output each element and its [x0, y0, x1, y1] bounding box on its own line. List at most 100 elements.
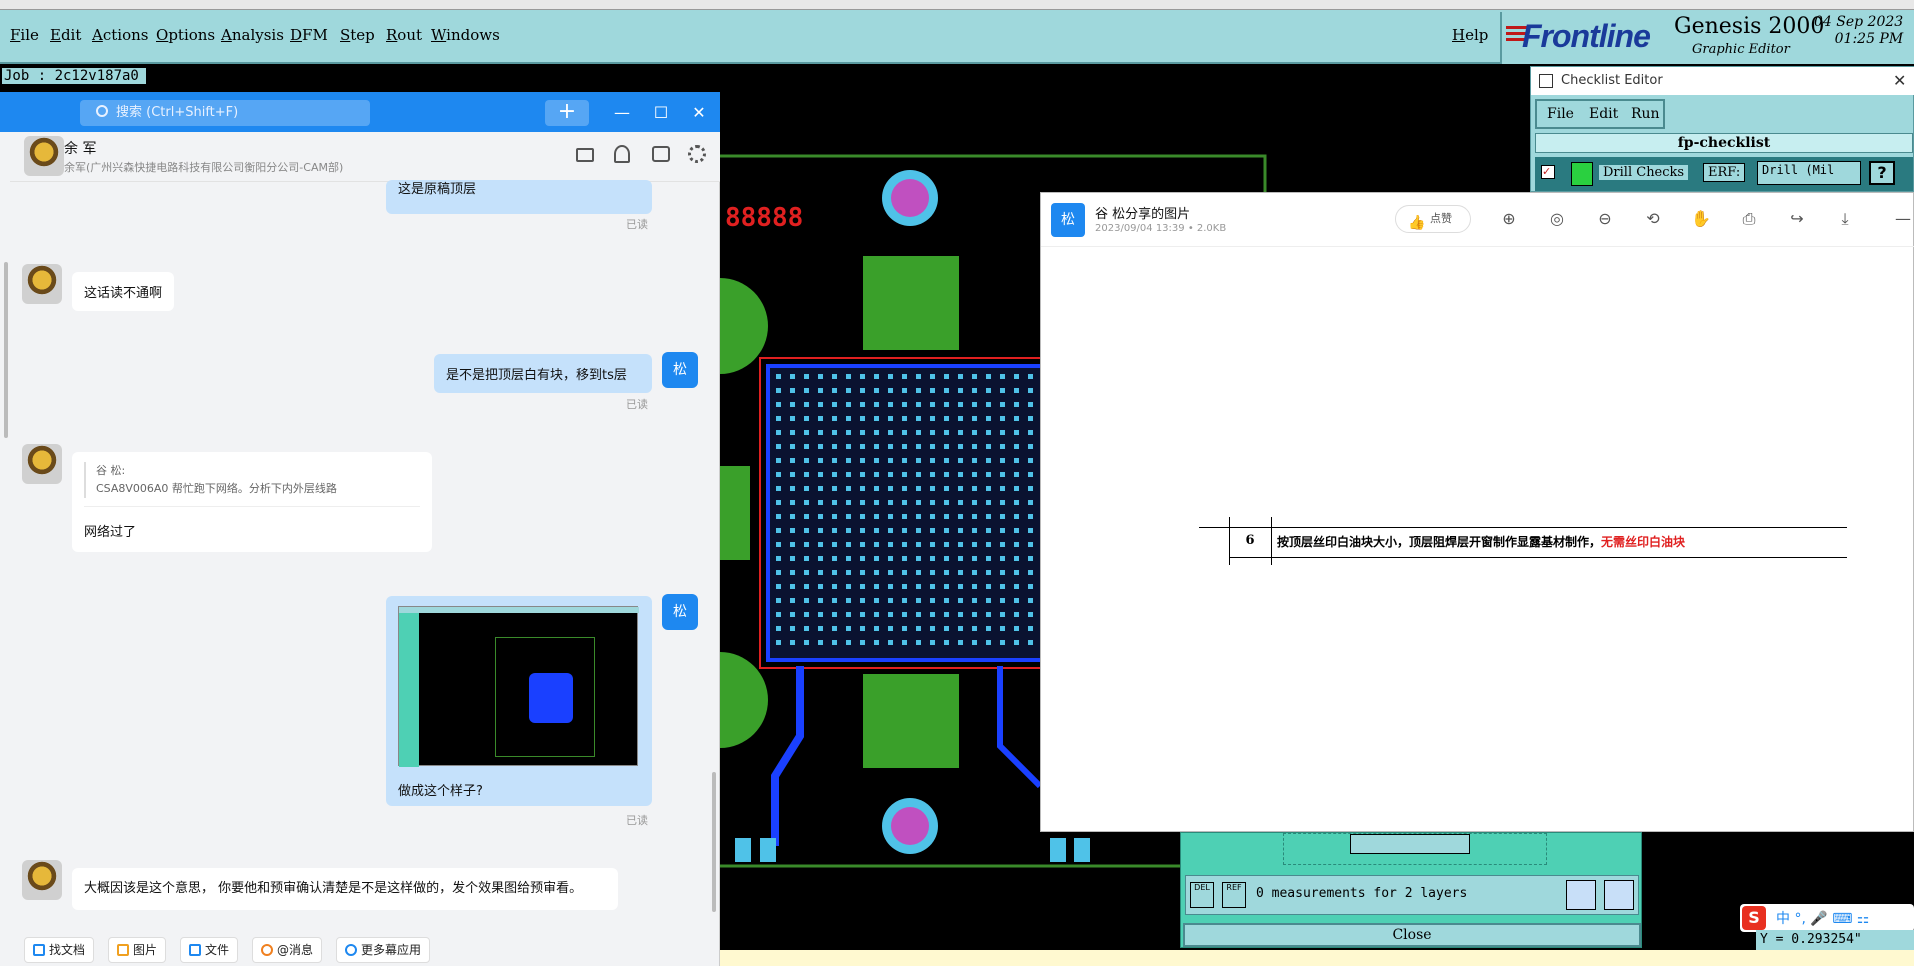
ime-toolbar[interactable]: S 中 °, 🎤 ⌨ ⚏ — [1740, 904, 1914, 932]
checklist-menu-run[interactable]: Run — [1631, 106, 1660, 122]
message-text: 做成这个样子? — [398, 784, 483, 799]
erf-field[interactable]: Drill (Mil — [1757, 161, 1861, 185]
thumbnail-image[interactable] — [398, 606, 639, 767]
bga-ball — [776, 374, 781, 379]
checklist-menu-file[interactable]: File — [1547, 106, 1574, 122]
share-icon[interactable]: ↪ — [1785, 207, 1809, 231]
left-scrollbar[interactable] — [4, 262, 8, 438]
me-avatar[interactable]: 松 — [662, 594, 698, 630]
chat-window: 搜索 (Ctrl+Shift+F) + — ☐ ✕ 余 军 余军(广州兴森快捷电… — [0, 92, 720, 966]
message-out-image[interactable]: 做成这个样子? — [386, 596, 652, 806]
bga-ball — [888, 528, 893, 533]
bga-ball — [790, 626, 795, 631]
bga-ball — [874, 514, 879, 519]
viewer-avatar: 松 — [1051, 203, 1085, 237]
bga-ball — [930, 640, 935, 645]
message-out[interactable]: 是不是把顶层白有块，移到ts层 — [434, 354, 652, 393]
erf-label: ERF: — [1703, 163, 1746, 182]
bga-ball — [972, 374, 977, 379]
chat-scrollbar[interactable] — [712, 772, 716, 912]
apps-icon — [345, 944, 357, 956]
gear-icon[interactable] — [688, 145, 706, 163]
minimize-icon[interactable]: — — [609, 100, 635, 126]
contact-name: 余 军 — [64, 141, 97, 157]
bga-ball — [986, 444, 991, 449]
menu-file[interactable]: File — [10, 26, 39, 44]
new-chat-button[interactable]: + — [545, 100, 589, 126]
menu-windows[interactable]: Windows — [431, 26, 500, 44]
message-in[interactable]: 这话读不通啊 — [72, 272, 175, 311]
me-avatar[interactable]: 松 — [662, 352, 698, 388]
menu-edit[interactable]: Edit — [50, 26, 81, 44]
bga-ball — [790, 402, 795, 407]
folder-icon[interactable] — [576, 148, 594, 162]
zoom-out-icon[interactable]: ⊖ — [1593, 207, 1617, 231]
bga-ball — [790, 528, 795, 533]
checklist-menu-edit[interactable]: Edit — [1589, 106, 1618, 122]
avatar[interactable] — [22, 860, 62, 900]
menu-dfm[interactable]: DFM — [290, 26, 328, 44]
bga-ball — [888, 472, 893, 477]
hand-icon[interactable]: ✋ — [1689, 207, 1713, 231]
avatar[interactable] — [22, 444, 62, 484]
menu-analysis[interactable]: Analysis — [221, 26, 284, 44]
message-in-with-quote[interactable]: 谷 松: CSA8V006A0 帮忙跑下网络。分析下内外层线路 网络过了 — [72, 452, 432, 552]
help-icon[interactable]: ? — [1869, 161, 1895, 185]
print-icon[interactable]: ⎙ — [1737, 207, 1761, 231]
menu-actions[interactable]: Actions — [92, 26, 148, 44]
maximize-icon[interactable]: ☐ — [648, 100, 674, 126]
avatar[interactable] — [24, 136, 64, 176]
bga-ball — [818, 430, 823, 435]
measure-tool-icon[interactable] — [1604, 880, 1634, 910]
ref-button[interactable]: REF — [1222, 882, 1246, 908]
message-out[interactable]: 这是原稿顶层 — [386, 180, 652, 214]
ime-mode-icon[interactable]: 中 °, 🎤 ⌨ ⚏ — [1776, 908, 1869, 928]
bga-ball — [944, 388, 949, 393]
tool-find-doc[interactable]: 找文档 — [24, 937, 95, 963]
checkbox[interactable]: ✓ — [1541, 165, 1555, 179]
zoom-in-icon[interactable]: ⊕ — [1497, 207, 1521, 231]
bga-ball — [888, 402, 893, 407]
checklist-item-row[interactable]: ✓ Drill Checks ERF: Drill (Mil ? — [1535, 157, 1913, 191]
bga-ball — [1000, 472, 1005, 477]
search-history-icon[interactable] — [652, 146, 670, 162]
minimize-icon[interactable]: — — [1891, 207, 1914, 231]
rotate-icon[interactable]: ⟲ — [1641, 207, 1665, 231]
os-title-strip — [0, 0, 1914, 10]
search-input[interactable]: 搜索 (Ctrl+Shift+F) — [80, 100, 370, 126]
tool-image[interactable]: 图片 — [108, 937, 167, 963]
close-button[interactable]: Close — [1183, 923, 1641, 947]
quote-text: CSA8V006A0 帮忙跑下网络。分析下内外层线路 — [96, 482, 337, 495]
bga-ball — [888, 542, 893, 547]
bga-ball — [804, 458, 809, 463]
menu-help[interactable]: Help — [1452, 26, 1488, 44]
close-icon[interactable]: ✕ — [686, 100, 712, 126]
menu-options[interactable]: Options — [156, 26, 215, 44]
like-button[interactable]: 👍 点赞 — [1395, 205, 1471, 233]
bga-ball — [930, 430, 935, 435]
message-in[interactable]: 大概因该是这个意思， 你要他和预审确认清楚是不是这样做的，发个效果图给预审看。 — [72, 868, 618, 910]
tool-more-apps[interactable]: 更多幕应用 — [336, 937, 431, 963]
add-user-icon[interactable] — [614, 145, 630, 163]
sogou-icon[interactable]: S — [1742, 906, 1766, 930]
menu-step[interactable]: Step — [340, 26, 375, 44]
avatar[interactable] — [22, 264, 62, 304]
del-button[interactable]: DEL — [1190, 882, 1214, 908]
bga-ball — [902, 626, 907, 631]
bga-ball — [874, 500, 879, 505]
green-pad — [720, 466, 750, 560]
menu-rout[interactable]: Rout — [386, 26, 422, 44]
bga-ball — [832, 626, 837, 631]
actual-size-icon[interactable]: ◎ — [1545, 207, 1569, 231]
bga-ball — [874, 570, 879, 575]
download-icon[interactable]: ⤓ — [1833, 207, 1857, 231]
close-icon[interactable]: ✕ — [1893, 71, 1906, 90]
table-row-highlight: 无需丝印白油块 — [1601, 535, 1686, 549]
tool-file[interactable]: 文件 — [180, 937, 239, 963]
bga-ball — [818, 486, 823, 491]
tool-mention[interactable]: @消息 — [252, 937, 323, 963]
measure-row: DEL REF 0 measurements for 2 layers — [1185, 875, 1639, 915]
bga-ball — [818, 542, 823, 547]
measure-tool-icon[interactable] — [1566, 880, 1596, 910]
bga-ball — [888, 556, 893, 561]
